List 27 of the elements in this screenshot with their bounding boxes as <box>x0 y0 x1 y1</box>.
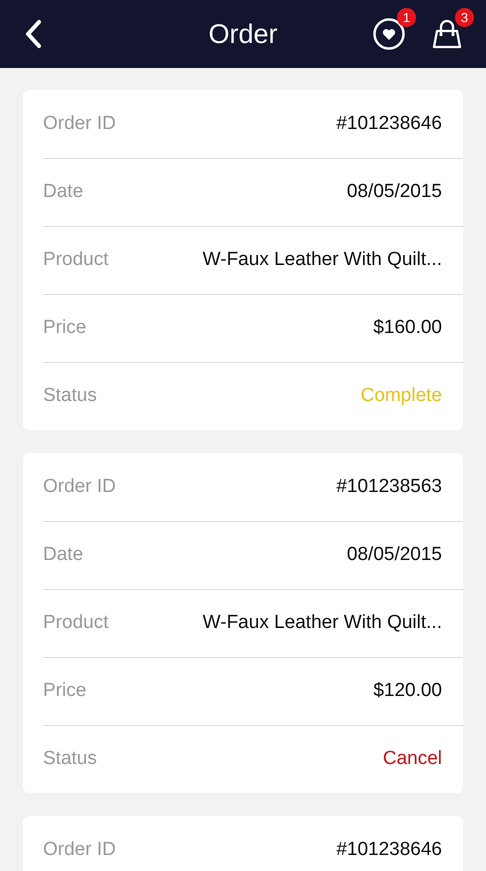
field-value: Complete <box>360 384 442 408</box>
field-value: W-Faux Leather With Quilt... <box>202 248 442 272</box>
wishlist-count-badge: 1 <box>397 8 416 27</box>
field-label: Date <box>43 180 84 204</box>
field-value: #101238646 <box>336 112 442 136</box>
field-label: Status <box>43 747 97 772</box>
field-label: Product <box>43 611 108 636</box>
wishlist-button[interactable]: 1 <box>372 8 416 52</box>
field-label: Price <box>43 679 86 704</box>
field-label: Date <box>43 543 84 568</box>
field-value: #101238563 <box>336 474 442 499</box>
field-label: Price <box>43 316 86 340</box>
field-value: 08/05/2015 <box>346 543 442 568</box>
field-label: Order ID <box>43 838 116 862</box>
field-value: $120.00 <box>373 679 442 704</box>
field-label: Status <box>43 384 97 408</box>
field-label: Order ID <box>43 474 116 499</box>
field-value: 08/05/2015 <box>346 180 442 204</box>
field-value: Cancel <box>382 747 442 772</box>
field-label: Product <box>43 248 108 272</box>
field-value: $160.00 <box>373 316 442 340</box>
field-label: Order ID <box>43 112 116 136</box>
cart-count-badge: 3 <box>455 8 474 27</box>
field-value: #101238646 <box>336 838 442 862</box>
page-title: Order <box>208 18 278 51</box>
field-value: W-Faux Leather With Quilt... <box>202 611 442 636</box>
cart-button[interactable]: 3 <box>430 8 474 52</box>
